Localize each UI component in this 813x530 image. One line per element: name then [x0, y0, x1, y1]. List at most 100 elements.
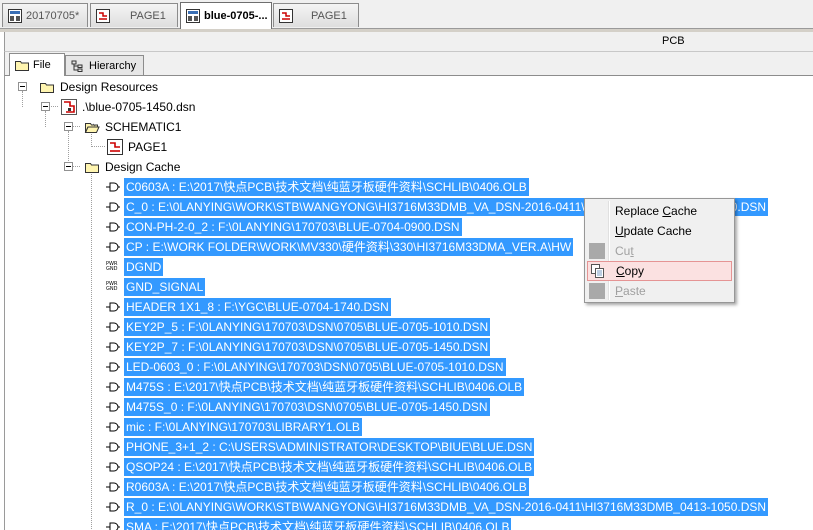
menu-item-label: Update Cache — [615, 224, 692, 238]
folder-icon — [15, 61, 29, 71]
part-icon — [106, 462, 120, 472]
part-icon — [106, 242, 120, 252]
label-part: Replace — [615, 204, 663, 218]
cache-item-label: QSOP24 : E:\2017\快点PCB\技术文档\纯蓝牙板硬件资料\SCH… — [124, 458, 535, 476]
label-part: Cu — [615, 244, 631, 258]
part-icon — [106, 322, 120, 332]
power-symbol-icon: PWRGND — [106, 281, 118, 292]
mnemonic: C — [616, 264, 625, 278]
cache-item[interactable]: HEADER 1X1_8 : F:\YGC\BLUE-0704-1740.DSN — [105, 297, 391, 317]
paste-icon — [589, 283, 605, 299]
svg-text:GND: GND — [106, 266, 118, 272]
svg-text:GND: GND — [106, 286, 118, 292]
tree-node-label: SCHEMATIC1 — [105, 120, 182, 134]
tab-label: 20170705* — [26, 9, 80, 22]
tab-label: PAGE1 — [130, 9, 166, 22]
cache-item[interactable]: QSOP24 : E:\2017\快点PCB\技术文档\纯蓝牙板硬件资料\SCH… — [105, 457, 535, 477]
tab-file[interactable]: File — [9, 53, 65, 76]
cache-item[interactable]: CON-PH-2-0_2 : F:\0LANYING\170703\BLUE-0… — [105, 217, 462, 237]
cache-item[interactable]: PWR GND DGND — [105, 257, 164, 277]
part-icon — [106, 442, 120, 452]
menu-item-label: Paste — [615, 284, 646, 298]
cut-icon — [589, 243, 605, 259]
mnemonic: U — [615, 224, 624, 238]
tree-node-schematic1[interactable]: SCHEMATIC1 — [84, 117, 183, 137]
cache-item[interactable]: KEY2P_5 : F:\0LANYING\170703\DSN\0705\BL… — [105, 317, 491, 337]
pcb-label: PCB — [662, 35, 685, 47]
schematic-page-icon — [96, 8, 110, 23]
cache-item[interactable]: CP : E:\WORK FOLDER\WORK\MV330\硬件资料\330\… — [105, 237, 574, 257]
tab-project-20170705[interactable]: 20170705* — [2, 3, 88, 27]
cache-item-label: CON-PH-2-0_2 : F:\0LANYING\170703\BLUE-0… — [124, 218, 462, 236]
document-tab-strip: 20170705* PAGE1 blue-0705-... PAGE1 — [0, 0, 813, 29]
cache-item[interactable]: M475S : E:\2017\快点PCB\技术文档\纯蓝牙板硬件资料\SCHL… — [105, 377, 525, 397]
label-part: ache — [671, 204, 698, 218]
cache-item[interactable]: SMA : E:\2017\快点PCB\技术文档\纯蓝牙板硬件资料\SCHLIB… — [105, 517, 512, 530]
cache-item[interactable]: PHONE_3+1_2 : C:\USERS\ADMINISTRATOR\DES… — [105, 437, 535, 457]
menu-item-cut[interactable]: Cut — [587, 241, 732, 261]
collapse-toggle[interactable] — [64, 162, 73, 171]
part-icon — [106, 402, 120, 412]
cache-item[interactable]: mic : F:\0LANYING\170703\LIBRARY1.OLB — [105, 417, 362, 437]
cache-item-label: DGND — [124, 258, 164, 276]
part-icon — [106, 422, 120, 432]
mnemonic: t — [630, 244, 634, 258]
cache-item[interactable]: LED-0603_0 : F:\0LANYING\170703\DSN\0705… — [105, 357, 506, 377]
collapse-toggle[interactable] — [18, 82, 27, 91]
menu-item-label: Copy — [616, 264, 644, 278]
cache-item[interactable]: PWR GND GND_SIGNAL — [105, 277, 206, 297]
tab-project-blue-0705[interactable]: blue-0705-... — [180, 2, 272, 29]
tab-page1-a[interactable]: PAGE1 — [90, 3, 178, 27]
menu-item-replace-cache[interactable]: Replace Cache — [587, 201, 732, 221]
cache-item-label: KEY2P_5 : F:\0LANYING\170703\DSN\0705\BL… — [124, 318, 491, 336]
mnemonic: P — [615, 284, 624, 298]
cache-item[interactable]: C0603A : E:\2017\快点PCB\技术文档\纯蓝牙板硬件资料\SCH… — [105, 177, 529, 197]
context-menu: Replace Cache Update Cache Cut Copy Past… — [584, 198, 735, 303]
part-icon — [106, 342, 120, 352]
pcb-header-row: PCB — [4, 32, 813, 52]
part-icon — [106, 222, 120, 232]
cache-item[interactable]: KEY2P_7 : F:\0LANYING\170703\DSN\0705\BL… — [105, 337, 491, 357]
cache-item[interactable]: R0603A : E:\2017\快点PCB\技术文档\纯蓝牙板硬件资料\SCH… — [105, 477, 529, 497]
tab-label: PAGE1 — [311, 9, 347, 22]
cache-item-label: SMA : E:\2017\快点PCB\技术文档\纯蓝牙板硬件资料\SCHLIB… — [124, 518, 512, 530]
cache-item[interactable]: M475S_0 : F:\0LANYING\170703\DSN\0705\BL… — [105, 397, 490, 417]
tree-connector — [22, 91, 23, 107]
tree-connector — [91, 171, 92, 530]
copy-icon — [591, 264, 604, 278]
blank-icon — [589, 203, 605, 219]
design-file-icon — [61, 99, 77, 115]
cache-item[interactable]: R_0 : E:\0LANYING\WORK\STB\WANGYONG\HI37… — [105, 497, 769, 517]
part-icon — [106, 382, 120, 392]
menu-item-label: Cut — [615, 244, 634, 258]
tab-hierarchy[interactable]: Hierarchy — [65, 55, 144, 75]
tree-node-design-cache[interactable]: Design Cache — [84, 157, 182, 177]
part-icon — [106, 362, 120, 372]
menu-item-copy[interactable]: Copy — [587, 261, 732, 281]
tree-node-design-resources[interactable]: Design Resources — [39, 77, 160, 97]
tab-label: blue-0705-... — [204, 10, 268, 22]
label-part: opy — [624, 264, 645, 278]
cache-item-label: KEY2P_7 : F:\0LANYING\170703\DSN\0705\BL… — [124, 338, 491, 356]
tree-node-label: Design Cache — [105, 160, 181, 174]
tree-node-label: Design Resources — [60, 80, 159, 94]
cache-item-label: R0603A : E:\2017\快点PCB\技术文档\纯蓝牙板硬件资料\SCH… — [124, 478, 529, 496]
tree-node-design-file[interactable]: .\blue-0705-1450.dsn — [61, 97, 197, 117]
tree-node-label: .\blue-0705-1450.dsn — [82, 100, 196, 114]
tab-page1-b[interactable]: PAGE1 — [273, 3, 359, 27]
part-icon — [106, 182, 120, 192]
tree-connector — [91, 146, 105, 147]
menu-item-update-cache[interactable]: Update Cache — [587, 221, 732, 241]
cache-item-label: mic : F:\0LANYING\170703\LIBRARY1.OLB — [124, 418, 362, 436]
menu-item-label: Replace Cache — [615, 204, 697, 218]
cache-item-label: R_0 : E:\0LANYING\WORK\STB\WANGYONG\HI37… — [124, 498, 769, 516]
tree-node-page1[interactable]: PAGE1 — [107, 137, 169, 157]
part-icon — [106, 502, 120, 512]
menu-item-paste[interactable]: Paste — [587, 281, 732, 301]
tab-hierarchy-label: Hierarchy — [89, 59, 137, 72]
part-icon — [106, 482, 120, 492]
collapse-toggle[interactable] — [64, 122, 73, 131]
blank-icon — [589, 223, 605, 239]
cache-item-label: HEADER 1X1_8 : F:\YGC\BLUE-0704-1740.DSN — [124, 298, 391, 316]
collapse-toggle[interactable] — [41, 102, 50, 111]
